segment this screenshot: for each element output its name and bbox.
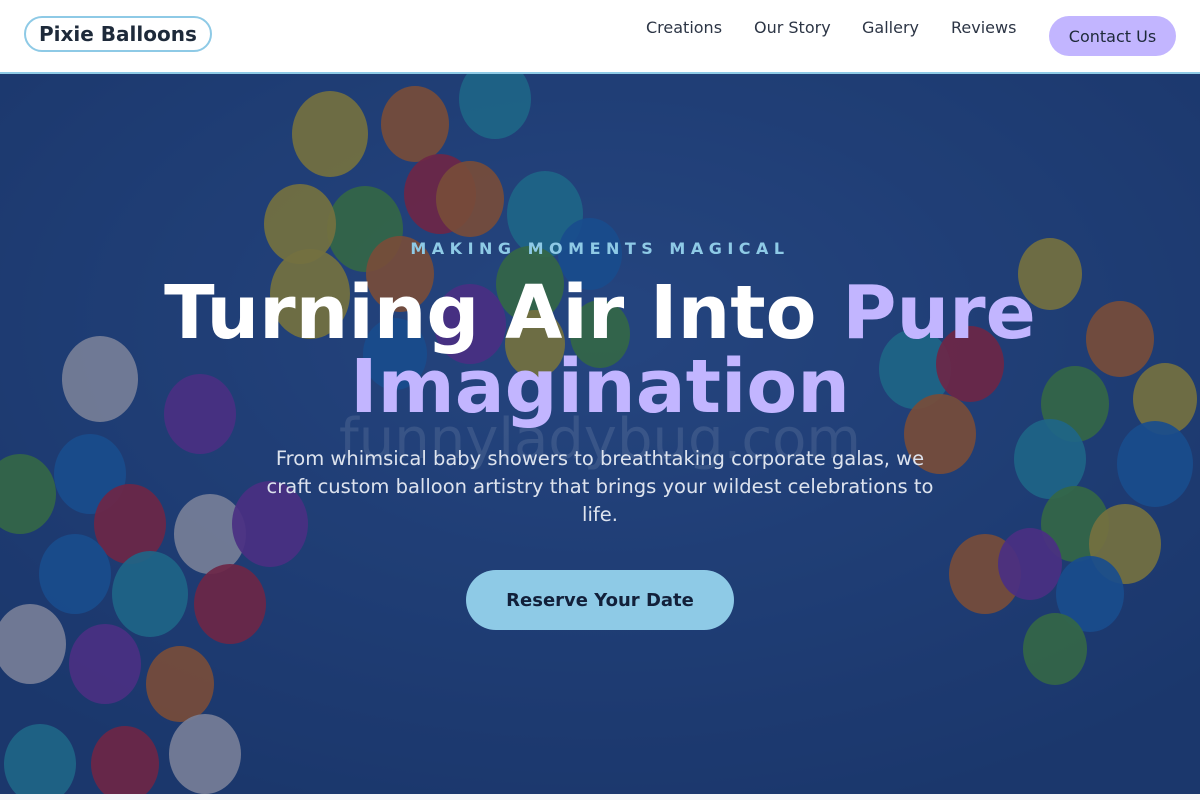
hero-headline: Turning Air Into Pure Imagination <box>100 276 1100 424</box>
reserve-date-button[interactable]: Reserve Your Date <box>466 570 734 630</box>
hero-section: funnyladybug.com MAKING MOMENTS MAGICAL … <box>0 74 1200 794</box>
contact-button[interactable]: Contact Us <box>1049 16 1176 56</box>
nav-link-our-story[interactable]: Our Story <box>754 17 831 39</box>
logo[interactable]: Pixie Balloons <box>24 16 212 52</box>
hero-tagline: From whimsical baby showers to breathtak… <box>266 447 934 526</box>
nav-link-reviews[interactable]: Reviews <box>951 17 1016 39</box>
nav-link-creations[interactable]: Creations <box>646 17 722 39</box>
site-header: Pixie Balloons Creations Our Story Galle… <box>0 0 1200 74</box>
hero-eyebrow: MAKING MOMENTS MAGICAL <box>410 239 790 258</box>
section-divider <box>0 794 1200 800</box>
nav-link-gallery[interactable]: Gallery <box>862 17 919 39</box>
